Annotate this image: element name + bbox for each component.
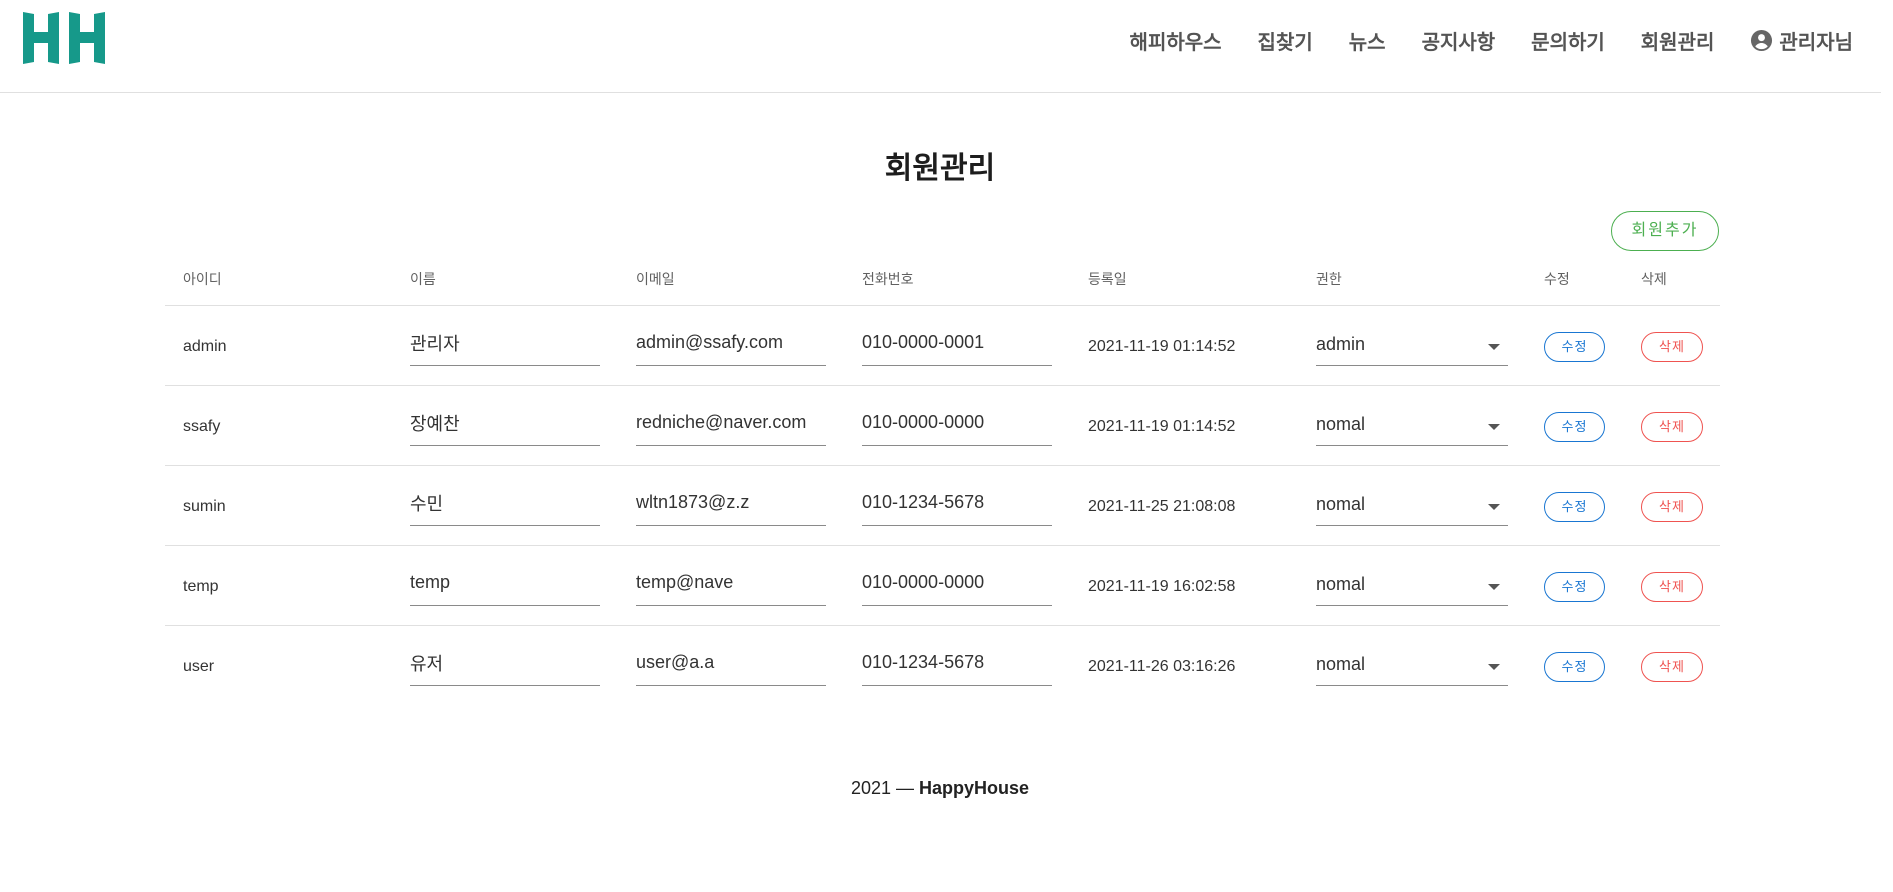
email-input[interactable]	[636, 486, 826, 513]
registered-date: 2021-11-26 03:16:26	[1088, 658, 1236, 675]
role-select-value: admin	[1316, 334, 1366, 354]
nav-find-house[interactable]: 집찾기	[1258, 26, 1313, 55]
delete-button[interactable]: 삭제	[1641, 332, 1703, 362]
main-nav: 해피하우스 집찾기 뉴스 공지사항 문의하기 회원관리 관리자님	[1094, 0, 1853, 80]
role-select[interactable]: admin	[1316, 326, 1508, 366]
edit-button[interactable]: 수정	[1544, 572, 1605, 602]
phone-input[interactable]	[862, 326, 1052, 353]
role-select[interactable]: nomal	[1316, 646, 1508, 686]
table-row: user 2021-11-26 03:16:26 nomal 수정 삭제	[165, 626, 1720, 705]
column-header-email: 이메일	[636, 271, 675, 287]
phone-field[interactable]	[862, 646, 1052, 686]
page-scrollbar[interactable]	[1881, 0, 1893, 892]
name-input[interactable]	[410, 326, 600, 353]
edit-button[interactable]: 수정	[1544, 332, 1605, 362]
nav-inquiry[interactable]: 문의하기	[1531, 26, 1605, 55]
email-input[interactable]	[636, 566, 826, 593]
phone-field[interactable]	[862, 326, 1052, 366]
nav-user-menu[interactable]: 관리자님	[1750, 26, 1853, 55]
phone-field[interactable]	[862, 406, 1052, 446]
nav-happyhouse[interactable]: 해피하우스	[1130, 26, 1222, 55]
user-id: temp	[183, 578, 219, 595]
edit-button[interactable]: 수정	[1544, 492, 1605, 522]
email-field[interactable]	[636, 646, 826, 686]
table-body: admin2021-11-19 01:14:52admin수정삭제ssafy20…	[165, 306, 1720, 705]
nav-member-management[interactable]: 회원관리	[1641, 26, 1715, 55]
account-circle-icon	[1751, 29, 1773, 51]
column-header-phone: 전화번호	[862, 271, 914, 287]
email-field[interactable]	[636, 566, 826, 606]
phone-input[interactable]	[862, 566, 1052, 593]
chevron-down-icon	[1488, 424, 1500, 430]
name-input[interactable]	[410, 486, 600, 513]
user-menu-label: 관리자님	[1779, 31, 1853, 54]
delete-button[interactable]: 삭제	[1641, 652, 1703, 682]
user-id: ssafy	[183, 418, 221, 435]
nav-news[interactable]: 뉴스	[1349, 26, 1386, 55]
role-select-value: nomal	[1316, 494, 1366, 514]
table-row: sumin 2021-11-25 21:08:08 nomal 수정 삭제	[165, 466, 1720, 546]
name-field[interactable]	[410, 486, 600, 526]
phone-field[interactable]	[862, 566, 1052, 606]
nav-notice[interactable]: 공지사항	[1422, 26, 1496, 55]
user-id: sumin	[183, 498, 226, 515]
email-field[interactable]	[636, 326, 826, 366]
column-header-name: 이름	[410, 271, 436, 287]
role-select-value: nomal	[1316, 574, 1366, 594]
registered-date: 2021-11-19 01:14:52	[1088, 418, 1236, 435]
role-select-value: nomal	[1316, 654, 1366, 674]
column-header-edit: 수정	[1544, 271, 1570, 287]
edit-button[interactable]: 수정	[1544, 652, 1605, 682]
phone-input[interactable]	[862, 646, 1052, 673]
column-header-delete: 삭제	[1641, 271, 1667, 287]
column-header-registered: 등록일	[1088, 271, 1127, 287]
email-input[interactable]	[636, 326, 826, 353]
registered-date: 2021-11-19 16:02:58	[1088, 578, 1236, 595]
role-select-value: nomal	[1316, 414, 1366, 434]
page-title: 회원관리	[884, 152, 996, 185]
email-field[interactable]	[636, 486, 826, 526]
table-row: temp 2021-11-19 16:02:58 nomal 수정 삭제	[165, 546, 1720, 626]
column-header-id: 아이디	[183, 271, 222, 287]
name-input[interactable]	[410, 406, 600, 433]
email-input[interactable]	[636, 406, 826, 433]
happyhouse-logo[interactable]: HH	[23, 12, 105, 64]
delete-button[interactable]: 삭제	[1641, 572, 1703, 602]
registered-date: 2021-11-25 21:08:08	[1088, 498, 1236, 515]
name-field[interactable]	[410, 646, 600, 686]
footer: 2021 — HappyHouse	[0, 778, 1880, 799]
phone-field[interactable]	[862, 486, 1052, 526]
email-input[interactable]	[636, 646, 826, 673]
phone-input[interactable]	[862, 486, 1052, 513]
chevron-down-icon	[1488, 344, 1500, 350]
table-header: 아이디 이름 이메일 전화번호 등록일 권한 수정 삭제	[165, 257, 1720, 306]
delete-button[interactable]: 삭제	[1641, 492, 1703, 522]
registered-date: 2021-11-19 01:14:52	[1088, 338, 1236, 355]
phone-input[interactable]	[862, 406, 1052, 433]
delete-button[interactable]: 삭제	[1641, 412, 1703, 442]
add-member-button[interactable]: 회원추가	[1611, 211, 1719, 251]
email-field[interactable]	[636, 406, 826, 446]
user-id: user	[183, 658, 215, 675]
column-header-role: 권한	[1316, 271, 1342, 287]
app-header: HH 해피하우스 집찾기 뉴스 공지사항 문의하기 회원관리 관리자님	[0, 0, 1893, 93]
name-input[interactable]	[410, 566, 600, 593]
role-select[interactable]: nomal	[1316, 486, 1508, 526]
table-row: admin 2021-11-19 01:14:52 admin 수정 삭제	[165, 306, 1720, 386]
footer-year: 2021 —	[850, 778, 914, 798]
chevron-down-icon	[1488, 584, 1500, 590]
name-field[interactable]	[410, 406, 600, 446]
member-table: 아이디 이름 이메일 전화번호 등록일 권한 수정 삭제 admin 2021-1…	[165, 257, 1720, 705]
role-select[interactable]: nomal	[1316, 566, 1508, 606]
name-input[interactable]	[410, 646, 600, 673]
chevron-down-icon	[1488, 504, 1500, 510]
user-id: admin	[183, 338, 227, 355]
chevron-down-icon	[1488, 664, 1500, 670]
edit-button[interactable]: 수정	[1544, 412, 1605, 442]
table-row: ssafy 2021-11-19 01:14:52 nomal 수정 삭제	[165, 386, 1720, 466]
name-field[interactable]	[410, 566, 600, 606]
name-field[interactable]	[410, 326, 600, 366]
role-select[interactable]: nomal	[1316, 406, 1508, 446]
footer-brand: HappyHouse	[919, 778, 1030, 798]
